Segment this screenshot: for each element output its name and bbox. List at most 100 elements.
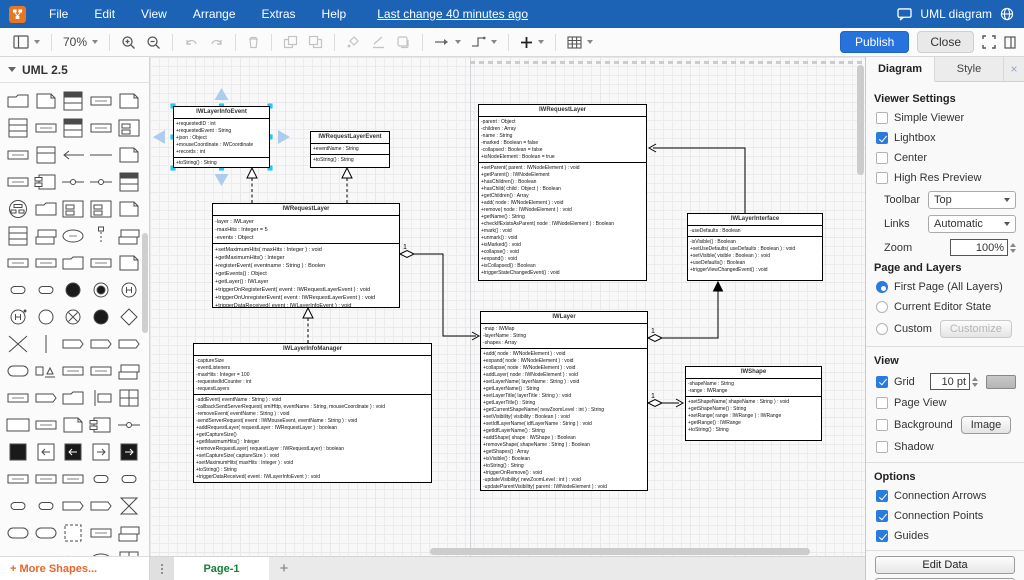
view-panels-button[interactable] xyxy=(8,33,45,51)
shape-cell-stack[interactable] xyxy=(32,222,60,249)
uml-class-IWLayerInterface[interactable]: IWLayerInterface-useDefaults : Boolean-i… xyxy=(687,213,823,281)
insert-dropdown[interactable] xyxy=(515,34,549,51)
shape-cell-classDark[interactable] xyxy=(60,114,88,141)
canvas-vertical-scrollbar[interactable] xyxy=(857,65,864,175)
shape-cell-pillSm[interactable] xyxy=(32,492,60,519)
shape-cell-chevron[interactable] xyxy=(32,384,60,411)
shape-cell-label[interactable] xyxy=(4,141,32,168)
toggle-format-panel-icon[interactable] xyxy=(1004,36,1016,49)
high-res-preview-checkbox[interactable] xyxy=(876,172,888,184)
uml-class-IWLayerInfoManager[interactable]: IWLayerInfoManager-captureSize-eventList… xyxy=(193,343,432,483)
shadow-checkbox[interactable] xyxy=(876,441,888,453)
shape-cell-folder[interactable] xyxy=(60,249,88,276)
grid-color-swatch[interactable] xyxy=(986,375,1016,389)
shape-cell-note[interactable] xyxy=(115,249,143,276)
line-color-button[interactable] xyxy=(366,33,391,51)
simple-viewer-checkbox[interactable] xyxy=(876,112,888,124)
redo-button[interactable] xyxy=(204,34,229,51)
shape-cell-nested[interactable] xyxy=(87,195,115,222)
shape-cell-dashedSq[interactable] xyxy=(60,519,88,546)
zoom-input[interactable]: 100% xyxy=(950,239,1008,256)
shape-cell-window[interactable] xyxy=(115,546,143,556)
connector-edge[interactable] xyxy=(662,291,718,338)
shape-cell-ring[interactable] xyxy=(87,276,115,303)
shape-cell-pin[interactable] xyxy=(87,168,115,195)
shape-cell-circleO[interactable] xyxy=(32,303,60,330)
shape-cell-ellipse[interactable] xyxy=(60,222,88,249)
shape-cell-sqFArrowR[interactable] xyxy=(115,438,143,465)
zoom-stepper[interactable] xyxy=(1010,243,1016,253)
shape-cell-label[interactable] xyxy=(4,465,32,492)
shape-cell-circleF[interactable] xyxy=(60,276,88,303)
shape-cell-chevron[interactable] xyxy=(87,492,115,519)
diagram-canvas[interactable]: 111 IWLayerInfoEvent+requestedID : int+r… xyxy=(150,57,865,556)
links-select[interactable]: Automatic xyxy=(928,215,1016,233)
fullscreen-icon[interactable] xyxy=(982,35,996,49)
shape-cell-vdots[interactable] xyxy=(87,222,115,249)
shape-cell-harrowL[interactable] xyxy=(60,141,88,168)
background-button[interactable]: Image xyxy=(961,416,1012,434)
shape-cell-pill[interactable] xyxy=(4,357,32,384)
page-tab-1[interactable]: Page-1 xyxy=(174,557,269,580)
shape-cell-boxes[interactable] xyxy=(32,168,60,195)
to-back-button[interactable] xyxy=(303,33,328,51)
publish-button[interactable]: Publish xyxy=(840,31,909,53)
shape-cell-squareF[interactable] xyxy=(4,438,32,465)
shape-cell-nested[interactable] xyxy=(115,114,143,141)
shape-cell-pillSm[interactable] xyxy=(4,276,32,303)
shape-cell-label[interactable] xyxy=(32,411,60,438)
page-view-checkbox[interactable] xyxy=(876,397,888,409)
drawio-logo-icon[interactable] xyxy=(9,6,26,23)
menu-view[interactable]: View xyxy=(128,7,180,21)
shape-cell-pillSm[interactable] xyxy=(87,465,115,492)
shape-cell-stack[interactable] xyxy=(115,357,143,384)
shape-cell-boxes[interactable] xyxy=(87,411,115,438)
shape-cell-class2[interactable] xyxy=(32,141,60,168)
tab-diagram[interactable]: Diagram xyxy=(866,57,935,82)
shape-cell-class3[interactable] xyxy=(4,222,32,249)
uml-class-IWRequestLayer[interactable]: IWRequestLayer-parent : Object-children … xyxy=(478,104,647,281)
shape-cell-chevron[interactable] xyxy=(60,492,88,519)
shape-cell-folder[interactable] xyxy=(60,384,88,411)
shape-cell-circleX[interactable] xyxy=(60,303,88,330)
shape-cell-pillSm[interactable] xyxy=(4,492,32,519)
shape-cell-classDark[interactable] xyxy=(115,168,143,195)
menu-arrange[interactable]: Arrange xyxy=(180,7,249,21)
shape-cell-chevron[interactable] xyxy=(87,330,115,357)
shape-cell-note[interactable] xyxy=(32,87,60,114)
shape-cell-chevron[interactable] xyxy=(60,330,88,357)
shape-cell-hline[interactable] xyxy=(87,141,115,168)
shape-cell-barLabel[interactable] xyxy=(87,384,115,411)
shape-cell-label[interactable] xyxy=(4,168,32,195)
shape-cell-note[interactable] xyxy=(115,141,143,168)
shape-cell-label[interactable] xyxy=(87,87,115,114)
shape-cell-diamond[interactable] xyxy=(115,303,143,330)
shape-cell-note[interactable] xyxy=(115,87,143,114)
background-checkbox[interactable] xyxy=(876,419,888,431)
connection-style-dropdown[interactable] xyxy=(429,35,466,49)
shadow-button[interactable] xyxy=(391,33,416,51)
shape-cell-chevron[interactable] xyxy=(115,330,143,357)
shape-cell-harrowL[interactable] xyxy=(60,546,88,556)
waypoint-style-dropdown[interactable] xyxy=(466,34,502,50)
guides-checkbox[interactable] xyxy=(876,530,888,542)
shape-cell-label[interactable] xyxy=(4,384,32,411)
current-editor-state-radio[interactable] xyxy=(876,301,888,313)
shape-cell-note[interactable] xyxy=(60,411,88,438)
shape-cell-pin[interactable] xyxy=(115,411,143,438)
connection-points-checkbox[interactable] xyxy=(876,510,888,522)
menu-help[interactable]: Help xyxy=(309,7,360,21)
shape-cell-rect[interactable] xyxy=(4,411,32,438)
edit-data-button[interactable]: Edit Data xyxy=(875,556,1015,574)
shape-cell-folder[interactable] xyxy=(32,195,60,222)
pages-menu-button[interactable] xyxy=(150,557,174,580)
fill-color-button[interactable] xyxy=(341,33,366,51)
to-front-button[interactable] xyxy=(278,33,303,51)
shape-cell-label[interactable] xyxy=(60,465,88,492)
connector-edge[interactable] xyxy=(414,254,476,336)
canvas-horizontal-scrollbar[interactable] xyxy=(430,548,810,555)
uml-class-IWLayerInfoEvent[interactable]: IWLayerInfoEvent+requestedID : int+reque… xyxy=(173,106,270,168)
tab-style[interactable]: Style xyxy=(935,57,1004,81)
shape-cell-nested[interactable] xyxy=(60,195,88,222)
zoom-in-button[interactable] xyxy=(116,33,141,52)
